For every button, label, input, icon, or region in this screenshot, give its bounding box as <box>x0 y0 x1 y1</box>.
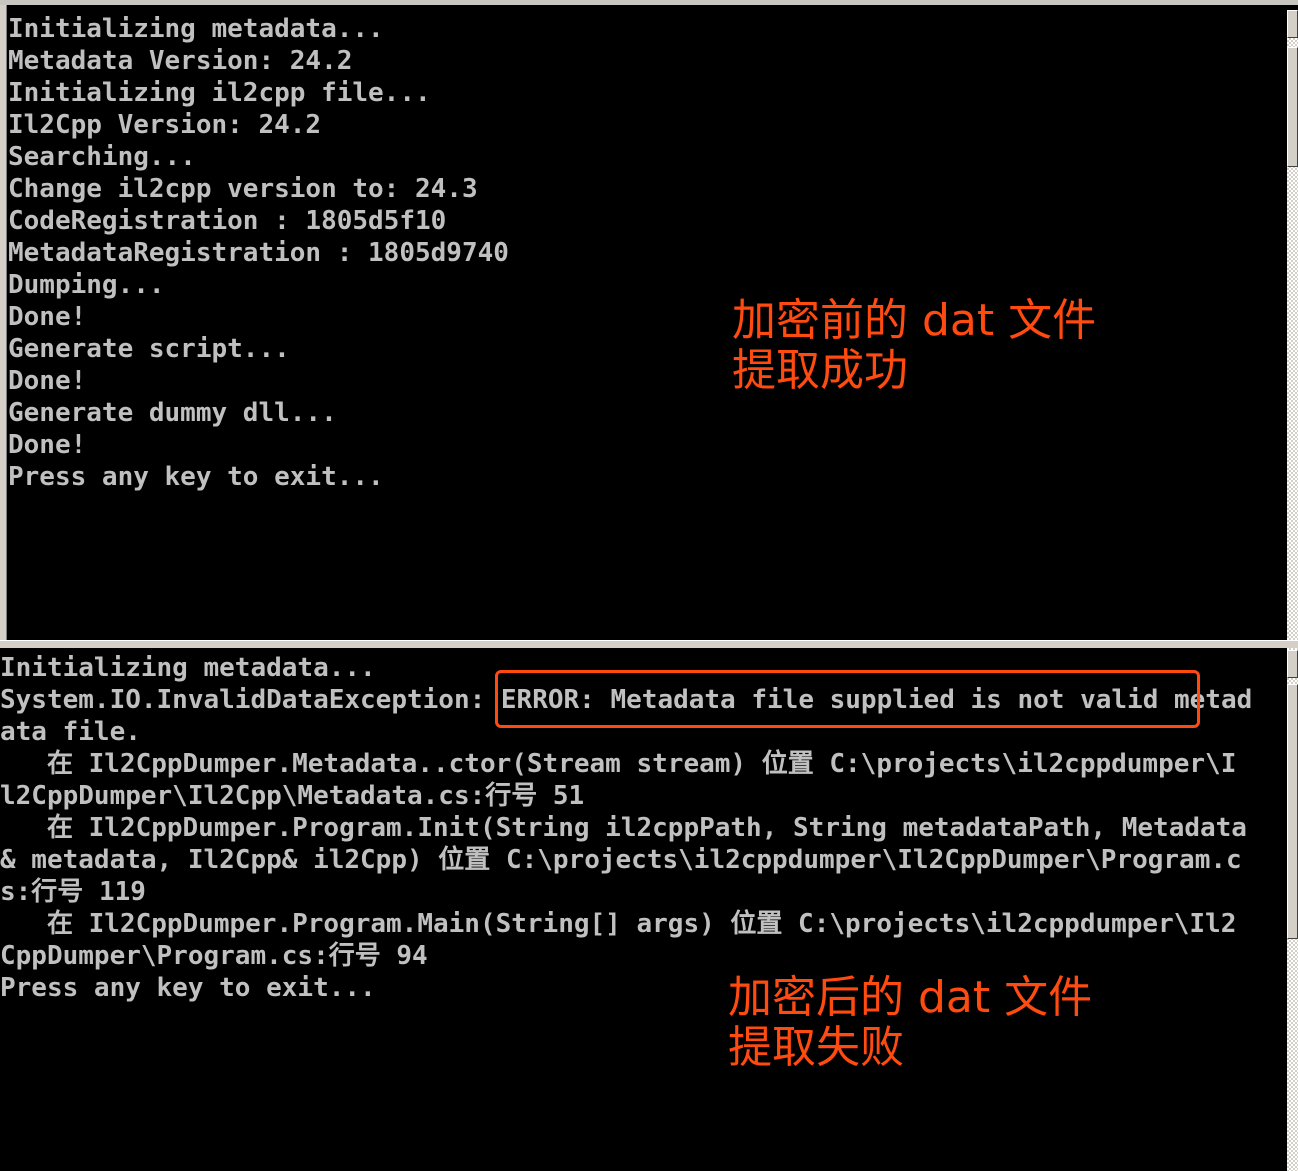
console-line: l2CppDumper\Il2Cpp\Metadata.cs:行号 51 <box>0 781 585 811</box>
annotation-success: 加密前的 dat 文件 提取成功 <box>732 296 1096 396</box>
scrollbar[interactable] <box>1287 648 1298 1171</box>
console-line: Metadata Version: 24.2 <box>8 46 353 76</box>
scroll-up-button[interactable] <box>1287 10 1298 38</box>
console-line: & metadata, Il2Cpp& il2Cpp) 位置 C:\projec… <box>0 845 1242 875</box>
console-line: Searching... <box>8 142 196 172</box>
console-line: Done! <box>8 430 87 460</box>
console-line: Change il2cpp version to: 24.3 <box>8 174 478 204</box>
console-line: Initializing il2cpp file... <box>8 78 431 108</box>
console-line: s:行号 119 <box>0 877 146 907</box>
window-border <box>0 5 7 642</box>
annotation-failure: 加密后的 dat 文件 提取失败 <box>728 973 1092 1073</box>
console-line: Done! <box>8 366 87 396</box>
console-line: 在 Il2CppDumper.Program.Init(String il2cp… <box>0 813 1247 843</box>
console-line: Initializing metadata... <box>8 14 384 44</box>
console-line: 在 Il2CppDumper.Metadata..ctor(Stream str… <box>0 749 1237 779</box>
console-line: CppDumper\Program.cs:行号 94 <box>0 941 428 971</box>
top-console-window: Initializing metadata... Metadata Version… <box>0 0 1298 642</box>
console-line: 在 Il2CppDumper.Program.Main(String[] arg… <box>0 909 1237 939</box>
console-line: CodeRegistration : 1805d5f10 <box>8 206 447 236</box>
console-line: Il2Cpp Version: 24.2 <box>8 110 322 140</box>
scrollbar-thumb[interactable] <box>1287 47 1298 167</box>
console-line: Done! <box>8 302 87 332</box>
annotation-line: 提取失败 <box>728 1022 904 1073</box>
scrollbar-thumb[interactable] <box>1287 684 1298 939</box>
console-line: Dumping... <box>8 270 165 300</box>
console-line: Generate script... <box>8 334 290 364</box>
annotation-line: 提取成功 <box>732 345 908 396</box>
scroll-up-button[interactable] <box>1287 650 1298 678</box>
console-output: Initializing metadata... Metadata Version… <box>8 13 509 493</box>
annotation-line: 加密后的 dat 文件 <box>728 972 1093 1023</box>
error-highlight-box <box>495 670 1200 728</box>
console-line: Generate dummy dll... <box>8 398 337 428</box>
console-line: Press any key to exit... <box>8 462 384 492</box>
scrollbar[interactable] <box>1287 10 1298 642</box>
console-line: MetadataRegistration : 1805d9740 <box>8 238 509 268</box>
annotation-line: 加密前的 dat 文件 <box>732 295 1097 346</box>
